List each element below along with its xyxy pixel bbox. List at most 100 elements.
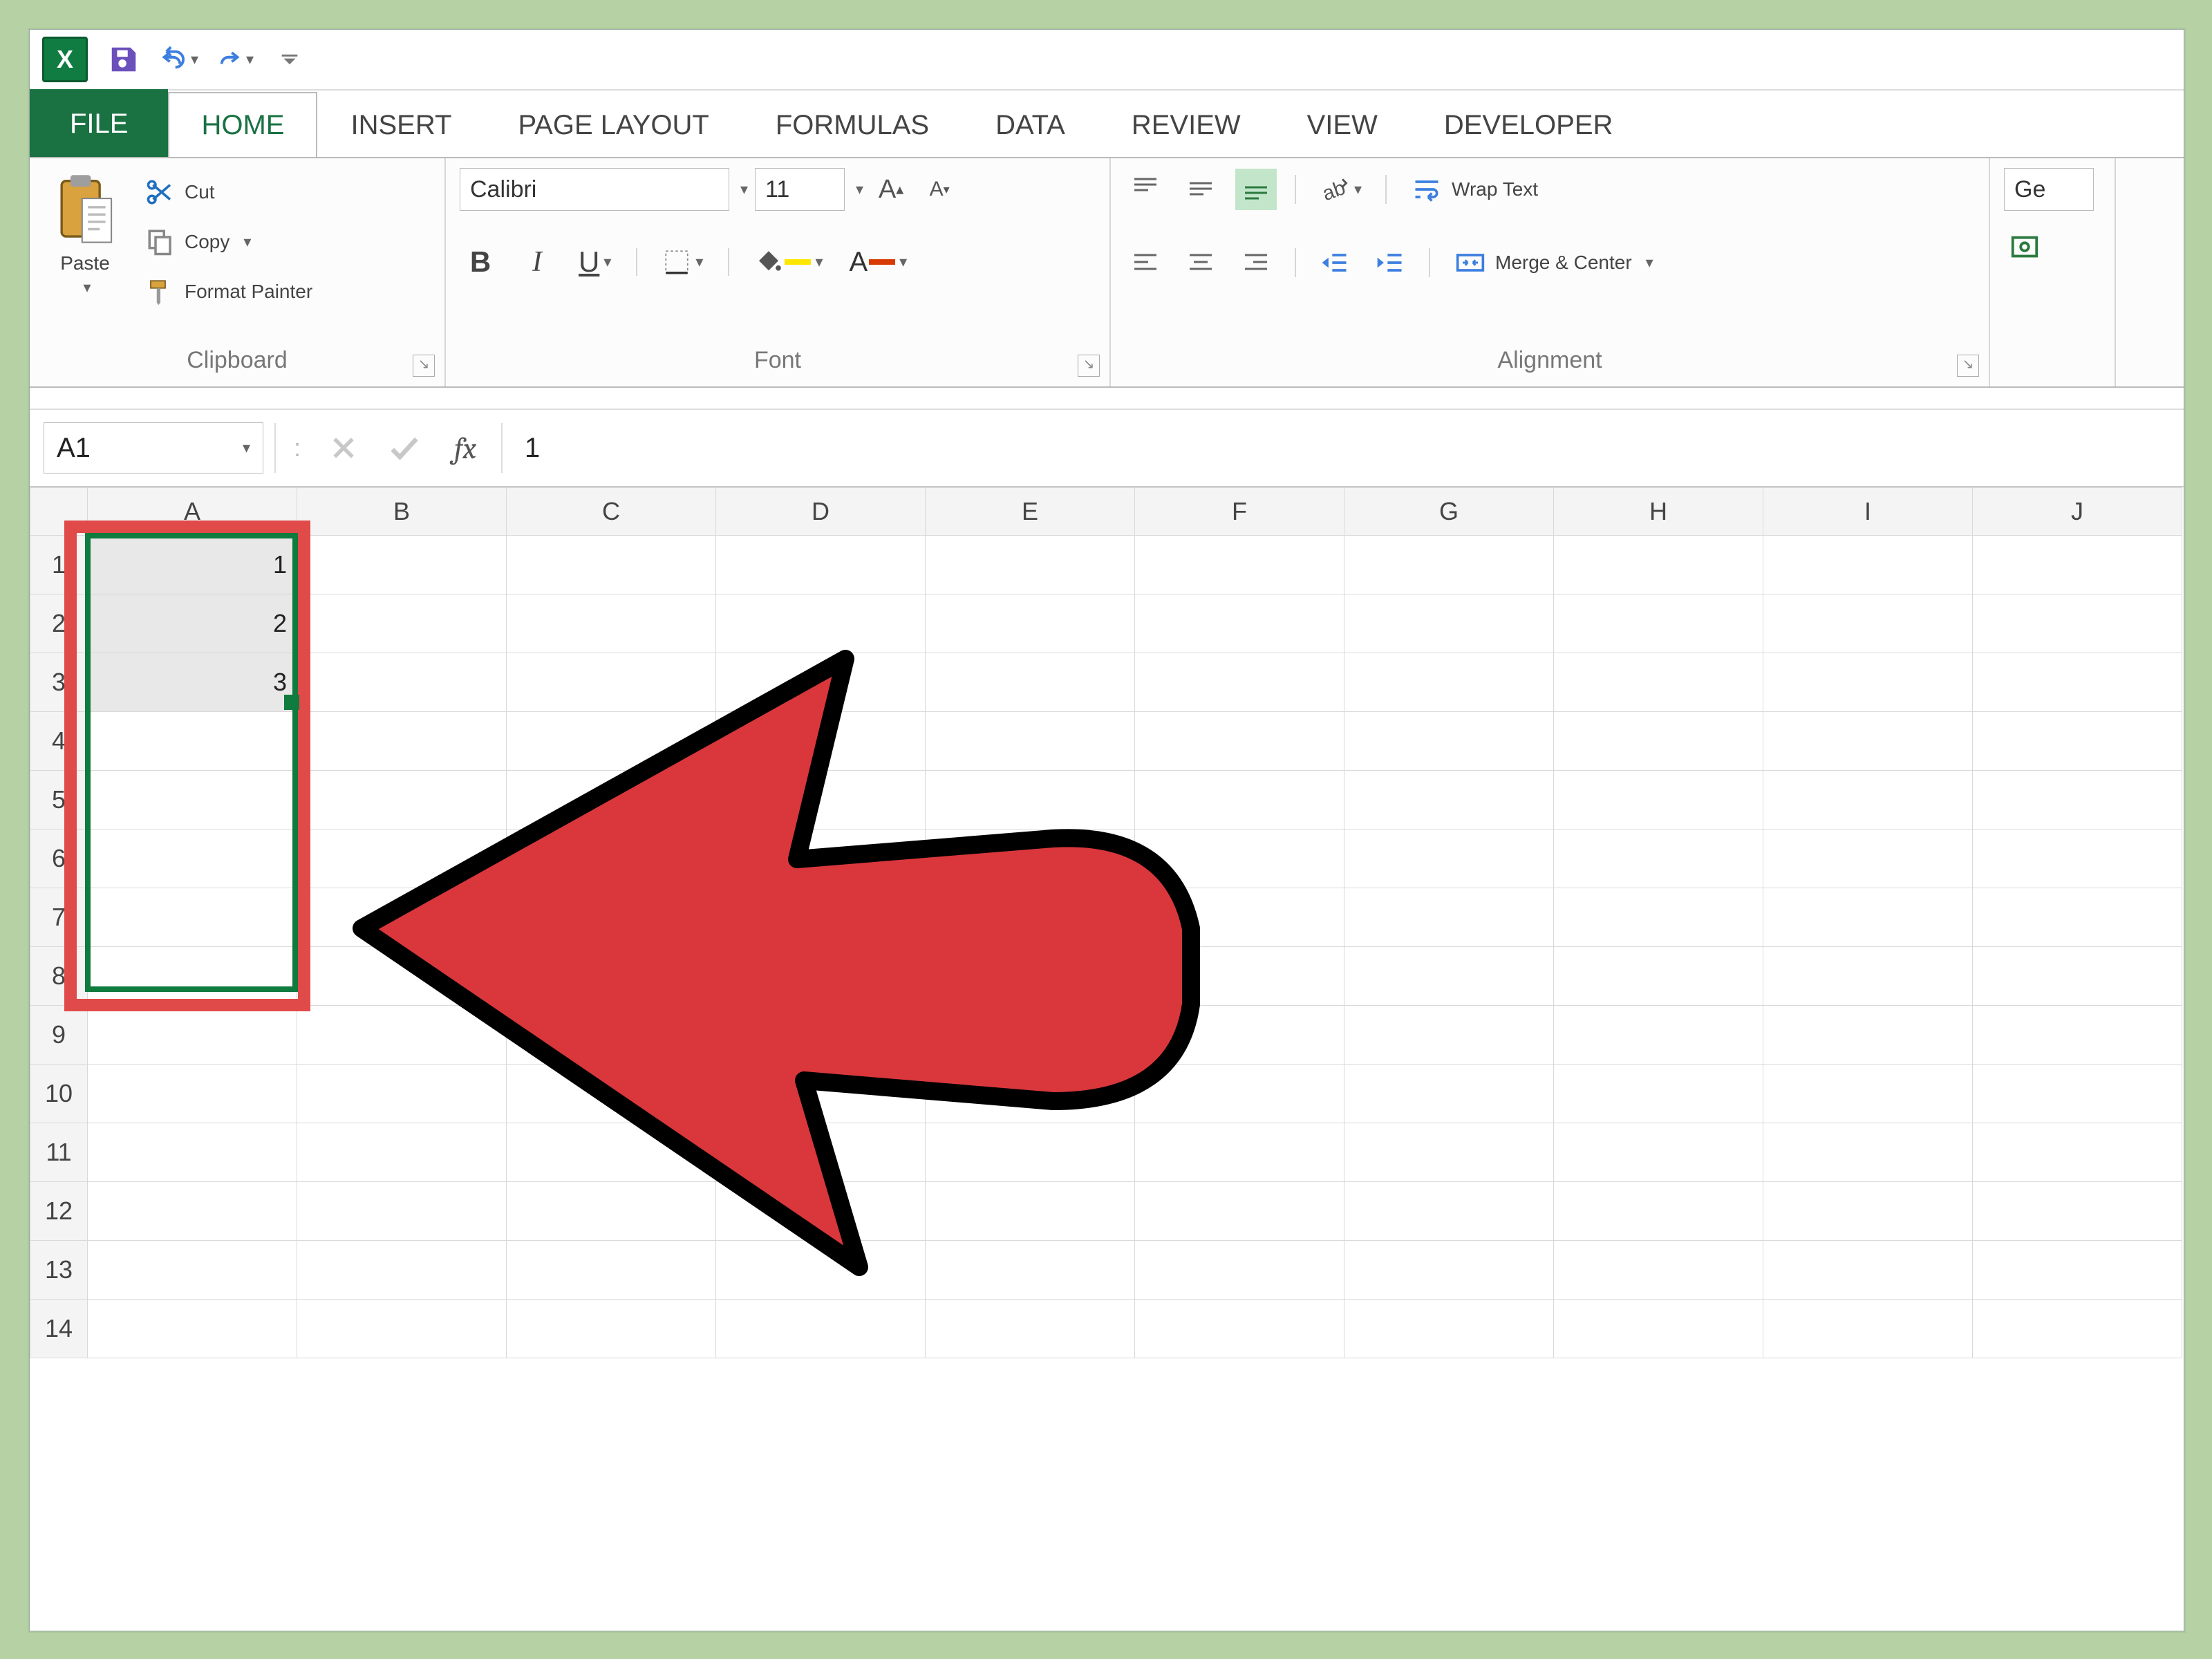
cell[interactable] [926, 888, 1135, 947]
cell[interactable] [297, 888, 507, 947]
tab-view[interactable]: VIEW [1274, 92, 1411, 157]
select-all-corner[interactable] [30, 488, 88, 536]
tab-insert[interactable]: INSERT [317, 92, 485, 157]
cell[interactable] [1344, 653, 1554, 712]
cell[interactable] [507, 830, 716, 888]
cell[interactable] [1763, 594, 1973, 653]
cell[interactable] [1135, 536, 1344, 594]
cell[interactable] [1344, 1123, 1554, 1182]
cell[interactable] [1344, 1241, 1554, 1300]
cell[interactable]: 3 [88, 653, 297, 712]
cell[interactable] [507, 712, 716, 771]
cell[interactable] [297, 947, 507, 1006]
row-header[interactable]: 12 [30, 1182, 88, 1241]
tab-file[interactable]: FILE [30, 89, 168, 157]
cell[interactable] [1135, 594, 1344, 653]
column-header[interactable]: G [1344, 488, 1554, 536]
cell[interactable] [88, 1123, 297, 1182]
cell[interactable] [1763, 536, 1973, 594]
cell[interactable] [1763, 1123, 1973, 1182]
cell[interactable] [1763, 771, 1973, 830]
row-header[interactable]: 5 [30, 771, 88, 830]
cell[interactable] [716, 536, 926, 594]
column-header[interactable]: C [507, 488, 716, 536]
cell[interactable] [1554, 830, 1763, 888]
decrease-font-button[interactable]: A▾ [919, 169, 960, 210]
tab-page-layout[interactable]: PAGE LAYOUT [485, 92, 742, 157]
cell[interactable] [88, 1182, 297, 1241]
cell[interactable] [88, 1006, 297, 1065]
cell[interactable] [926, 536, 1135, 594]
cell[interactable] [1344, 1006, 1554, 1065]
cell[interactable] [1973, 1182, 2182, 1241]
cell[interactable] [716, 1300, 926, 1358]
cell[interactable] [926, 830, 1135, 888]
cell[interactable] [1973, 712, 2182, 771]
cell[interactable] [1973, 947, 2182, 1006]
cell[interactable] [1973, 888, 2182, 947]
cell[interactable] [507, 1123, 716, 1182]
underline-button[interactable]: U▾ [573, 241, 617, 283]
cell[interactable] [1554, 1065, 1763, 1123]
cell[interactable] [507, 1006, 716, 1065]
cell[interactable] [716, 830, 926, 888]
name-box-dropdown-icon[interactable]: ▾ [243, 439, 250, 457]
cell[interactable] [1135, 1182, 1344, 1241]
align-bottom-button[interactable] [1235, 169, 1277, 210]
save-button[interactable] [104, 40, 143, 79]
cell[interactable] [1135, 1241, 1344, 1300]
row-header[interactable]: 10 [30, 1065, 88, 1123]
cell[interactable]: 2 [88, 594, 297, 653]
cell[interactable] [716, 1006, 926, 1065]
cell[interactable] [1763, 1300, 1973, 1358]
cell[interactable] [1344, 594, 1554, 653]
wrap-text-button[interactable]: Wrap Text [1405, 168, 1545, 211]
cell[interactable] [88, 1241, 297, 1300]
copy-dropdown-icon[interactable]: ▾ [243, 233, 251, 251]
cell[interactable] [926, 1123, 1135, 1182]
cell[interactable] [1973, 771, 2182, 830]
cell[interactable] [1344, 888, 1554, 947]
cell[interactable] [1973, 1241, 2182, 1300]
cancel-formula-button[interactable] [319, 423, 368, 473]
copy-button[interactable]: Copy ▾ [139, 221, 319, 263]
tab-developer[interactable]: DEVELOPER [1411, 92, 1647, 157]
font-color-button[interactable]: A ▾ [843, 241, 912, 283]
cell[interactable] [716, 888, 926, 947]
cell[interactable] [716, 653, 926, 712]
alignment-launcher-icon[interactable]: ↘ [1957, 355, 1979, 377]
cell[interactable] [1973, 1006, 2182, 1065]
cell[interactable] [297, 653, 507, 712]
cell[interactable] [1135, 1006, 1344, 1065]
cell[interactable] [297, 1006, 507, 1065]
undo-dropdown-icon[interactable]: ▾ [191, 50, 198, 68]
row-header[interactable]: 14 [30, 1300, 88, 1358]
cell[interactable]: 1 [88, 536, 297, 594]
name-box[interactable]: A1 ▾ [44, 422, 263, 474]
cell[interactable] [926, 1241, 1135, 1300]
row-header[interactable]: 11 [30, 1123, 88, 1182]
cell[interactable] [507, 1241, 716, 1300]
column-header[interactable]: D [716, 488, 926, 536]
borders-dropdown-icon[interactable]: ▾ [695, 253, 703, 271]
cut-button[interactable]: Cut [139, 171, 319, 214]
merge-center-button[interactable]: Merge & Center ▾ [1448, 241, 1660, 284]
cell[interactable] [1763, 653, 1973, 712]
column-header[interactable]: I [1763, 488, 1973, 536]
cell[interactable] [507, 594, 716, 653]
row-header[interactable]: 3 [30, 653, 88, 712]
cell[interactable] [507, 653, 716, 712]
cell[interactable] [1763, 1241, 1973, 1300]
tab-data[interactable]: DATA [962, 92, 1098, 157]
cell[interactable] [1763, 947, 1973, 1006]
cell[interactable] [926, 771, 1135, 830]
font-name-dropdown-icon[interactable]: ▾ [740, 180, 748, 198]
cell[interactable] [1135, 1300, 1344, 1358]
column-header[interactable]: F [1135, 488, 1344, 536]
row-header[interactable]: 13 [30, 1241, 88, 1300]
cell[interactable] [507, 1300, 716, 1358]
formula-input[interactable] [514, 423, 2170, 473]
cell[interactable] [1973, 1300, 2182, 1358]
cell[interactable] [88, 888, 297, 947]
cell[interactable] [1135, 712, 1344, 771]
